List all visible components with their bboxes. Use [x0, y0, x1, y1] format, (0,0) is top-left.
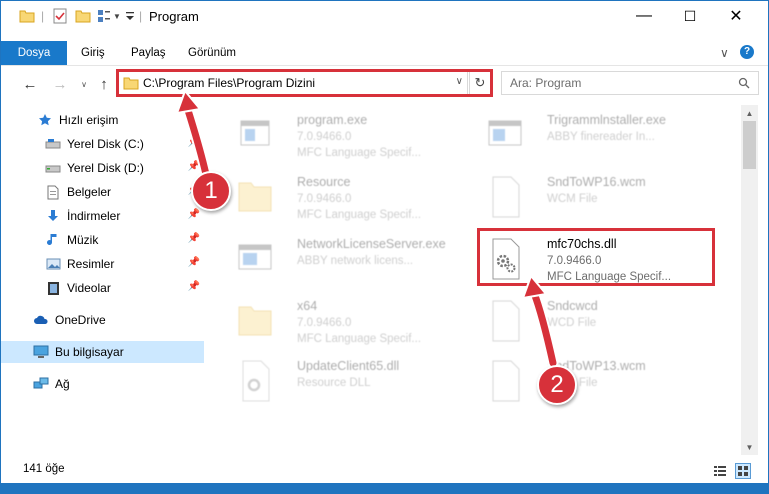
step-badge-1: 1: [191, 171, 231, 211]
explorer-window: | ▼ | Program — ☐ ✕ Dosya Giriş Paylaş G…: [0, 0, 769, 484]
annotation-arrows: [175, 89, 559, 369]
step-badge-2: 2: [537, 365, 577, 405]
